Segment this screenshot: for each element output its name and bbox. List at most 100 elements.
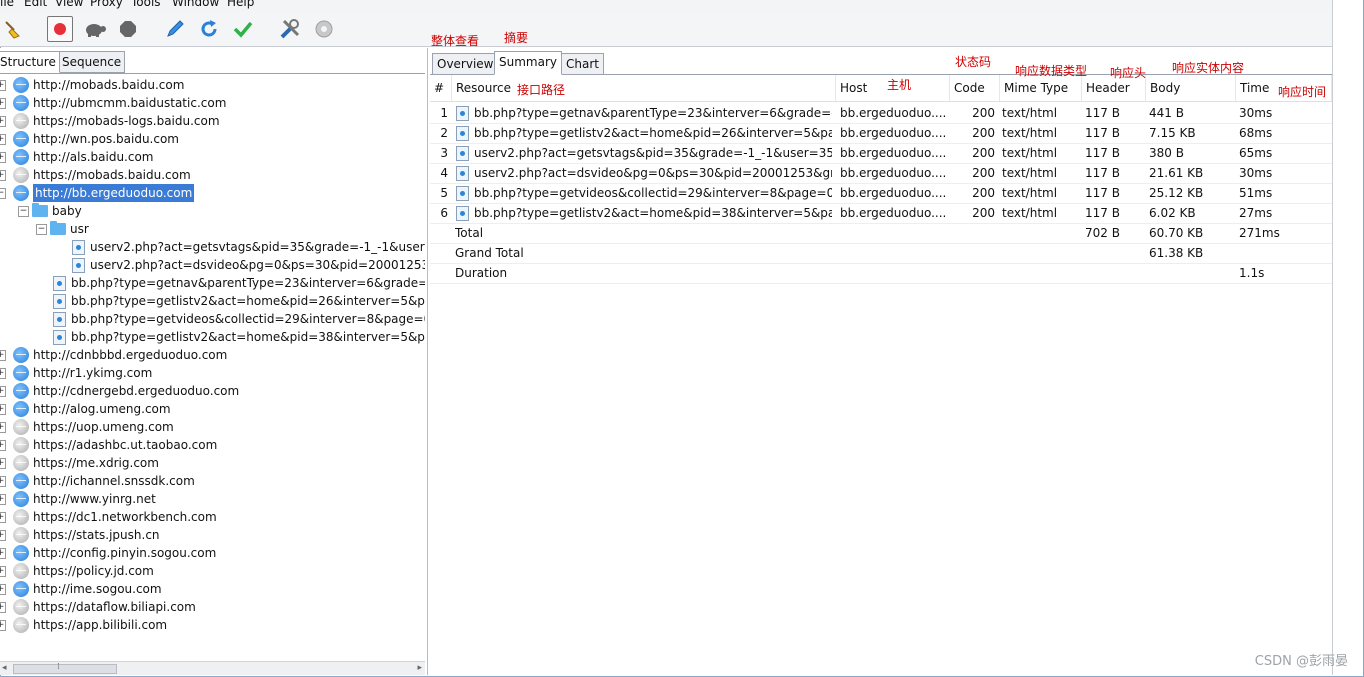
expand-icon[interactable]: + [0,458,6,469]
tree-item[interactable]: + http://alog.umeng.com [0,400,425,418]
tree-item[interactable]: + http://cdnbbbd.ergeduoduo.com [0,346,425,364]
expand-icon[interactable]: + [0,548,6,559]
tree-item-label: http://cdnergebd.ergeduoduo.com [33,384,240,398]
tree-item[interactable]: − usr [0,220,425,238]
menu-proxy[interactable]: Proxy [90,0,123,9]
cell-n: 2 [440,126,448,140]
tree-item[interactable]: + https://stats.jpush.cn [0,526,425,544]
menu-window[interactable]: Window [172,0,219,9]
expand-icon[interactable]: + [0,422,6,433]
expand-icon[interactable]: − [0,188,6,199]
broom-icon[interactable] [0,16,26,42]
settings-icon[interactable] [311,16,337,42]
tree-item[interactable]: + https://uop.umeng.com [0,418,425,436]
col-number[interactable]: # [430,75,452,101]
tree-item[interactable]: − baby [0,202,425,220]
expand-icon[interactable]: + [0,350,6,361]
menu-edit[interactable]: Edit [24,0,47,9]
tab-sequence[interactable]: Sequence [58,51,126,73]
tree-item[interactable]: bb.php?type=getlistv2&act=home&pid=38&in… [0,328,425,346]
scroll-left-icon[interactable]: ◂ [2,663,7,673]
col-resource[interactable]: Resource [452,75,836,101]
horizontal-scrollbar[interactable]: ◂ ⁞ ▸ [0,661,425,675]
collapse-icon[interactable]: − [18,206,29,217]
repeat-icon[interactable] [196,16,222,42]
tree-item[interactable]: + https://dc1.networkbench.com [0,508,425,526]
collapse-icon[interactable]: − [36,224,47,235]
tree-item[interactable]: + http://wn.pos.baidu.com [0,130,425,148]
expand-icon[interactable]: + [0,620,6,631]
expand-icon[interactable]: + [0,386,6,397]
table-row[interactable]: 1 bb.php?type=getnav&parentType=23&interv… [430,103,1332,124]
annotation-header: 响应头 [1110,66,1147,80]
table-row[interactable]: 4 userv2.php?act=dsvideo&pg=0&ps=30&pid=2… [430,163,1332,184]
expand-icon[interactable]: + [0,584,6,595]
tree-item[interactable]: + http://ubmcmm.baidustatic.com [0,94,425,112]
menu-view[interactable]: View [55,0,83,9]
col-body[interactable]: Body [1146,75,1236,101]
tree-item[interactable]: + https://mobads-logs.baidu.com [0,112,425,130]
tree-item[interactable]: bb.php?type=getvideos&collectid=29&inter… [0,310,425,328]
tree-item[interactable]: − http://bb.ergeduoduo.com [0,184,425,202]
globe-icon [13,149,29,165]
tree-item[interactable]: + http://als.baidu.com [0,148,425,166]
expand-icon[interactable]: + [0,476,6,487]
tree-item[interactable]: + https://me.xdrig.com [0,454,425,472]
stop-icon[interactable] [115,16,141,42]
tree-item[interactable]: + https://policy.jd.com [0,562,425,580]
table-row[interactable]: 3 userv2.php?act=getsvtags&pid=35&grade=-… [430,143,1332,164]
record-icon[interactable] [47,16,73,42]
scroll-thumb[interactable] [13,664,117,674]
tab-summary[interactable]: Summary [494,51,562,75]
request-file-icon [456,126,469,141]
tree-item[interactable]: userv2.php?act=dsvideo&pg=0&ps=30&pid=20… [0,256,425,274]
tree-item-label: userv2.php?act=getsvtags&pid=35&grade=-1… [90,240,425,254]
tree-item[interactable]: + https://adashbc.ut.taobao.com [0,436,425,454]
tree-item[interactable]: bb.php?type=getlistv2&act=home&pid=26&in… [0,292,425,310]
expand-icon[interactable]: + [0,404,6,415]
menu-tools[interactable]: Tools [131,0,161,9]
tab-structure[interactable]: Structure [0,51,60,73]
expand-icon[interactable]: + [0,368,6,379]
tree-item[interactable]: + https://dataflow.biliapi.com [0,598,425,616]
tree-item[interactable]: + https://app.bilibili.com [0,616,425,634]
tab-chart[interactable]: Chart [561,53,604,75]
tree-item[interactable]: + http://www.yinrg.net [0,490,425,508]
validate-icon[interactable] [230,16,256,42]
summary-time: 271ms [1239,226,1280,240]
tree-item[interactable]: + http://cdnergebd.ergeduoduo.com [0,382,425,400]
compose-icon[interactable] [162,16,188,42]
expand-icon[interactable]: + [0,98,6,109]
tree-item[interactable]: + http://ichannel.snssdk.com [0,472,425,490]
tab-overview[interactable]: Overview [432,53,499,75]
tools-icon[interactable] [277,16,303,42]
expand-icon[interactable]: + [0,152,6,163]
tree-item[interactable]: + http://r1.ykimg.com [0,364,425,382]
tree-item-label: bb.php?type=getlistv2&act=home&pid=38&in… [71,330,425,344]
expand-icon[interactable]: + [0,134,6,145]
expand-icon[interactable]: + [0,530,6,541]
tree-item[interactable]: + http://ime.sogou.com [0,580,425,598]
tree-item[interactable]: + http://config.pinyin.sogou.com [0,544,425,562]
expand-icon[interactable]: + [0,512,6,523]
expand-icon[interactable]: + [0,602,6,613]
throttle-icon[interactable] [82,16,108,42]
expand-icon[interactable]: + [0,494,6,505]
expand-icon[interactable]: + [0,170,6,181]
table-row[interactable]: 6 bb.php?type=getlistv2&act=home&pid=38&i… [430,203,1332,224]
expand-icon[interactable]: + [0,566,6,577]
col-code[interactable]: Code [950,75,1000,101]
expand-icon[interactable]: + [0,440,6,451]
scroll-right-icon[interactable]: ▸ [417,663,422,673]
cell-code: 200 [972,206,995,220]
tree-item[interactable]: bb.php?type=getnav&parentType=23&interve… [0,274,425,292]
tree-item[interactable]: + http://mobads.baidu.com [0,76,425,94]
tree-item[interactable]: + https://mobads.baidu.com [0,166,425,184]
table-row[interactable]: 2 bb.php?type=getlistv2&act=home&pid=26&i… [430,123,1332,144]
menu-help[interactable]: Help [227,0,254,9]
table-row[interactable]: 5 bb.php?type=getvideos&collectid=29&inte… [430,183,1332,204]
menu-file[interactable]: ile [0,0,14,9]
expand-icon[interactable]: + [0,80,6,91]
expand-icon[interactable]: + [0,116,6,127]
tree-item[interactable]: userv2.php?act=getsvtags&pid=35&grade=-1… [0,238,425,256]
